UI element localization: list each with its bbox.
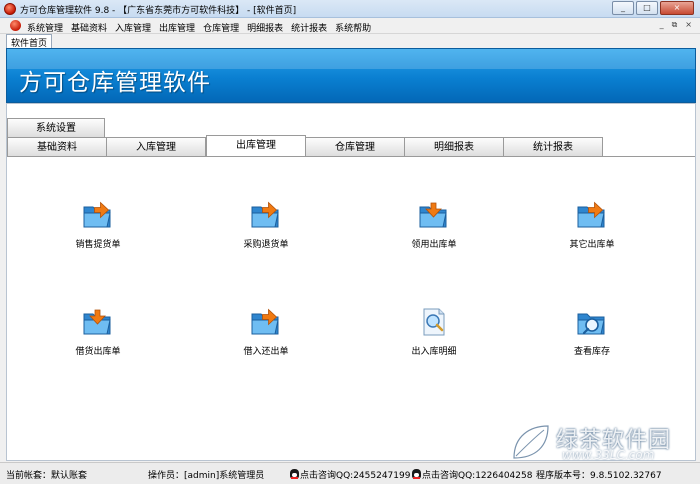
menu-detail-report[interactable]: 明细报表 bbox=[247, 21, 283, 34]
mdi-minimize-button[interactable]: _ bbox=[660, 20, 664, 30]
status-version: 程序版本号：9.8.5102.32767 bbox=[536, 471, 662, 481]
menu-bar: 系统管理 基础资料 入库管理 出库管理 仓库管理 明细报表 统计报表 系统帮助 … bbox=[0, 18, 700, 34]
title-bar: 方可仓库管理软件 9.8 - 【广东省东莞市方可软件科技】 - [软件首页] _… bbox=[0, 0, 700, 18]
app-icon[interactable] bbox=[4, 3, 16, 15]
folder-arrow-icon bbox=[418, 201, 450, 229]
func-requisition-out[interactable]: 领用出库单 bbox=[389, 201, 479, 250]
window-controls: _ □ × bbox=[612, 1, 694, 15]
tab-divider bbox=[7, 156, 695, 157]
leaf-logo-icon bbox=[513, 425, 549, 459]
banner: 方可仓库管理软件 bbox=[6, 48, 696, 103]
func-label: 查看库存 bbox=[573, 347, 610, 357]
folder-arrow-icon bbox=[82, 308, 114, 336]
func-purchase-return[interactable]: 采购退货单 bbox=[221, 201, 311, 250]
tab-stat-report[interactable]: 统计报表 bbox=[503, 137, 603, 157]
watermark: 绿茶软件园 www.33LC.com bbox=[504, 418, 694, 468]
maximize-button[interactable]: □ bbox=[636, 1, 658, 15]
watermark-url: www.33LC.com bbox=[562, 448, 655, 462]
func-label: 领用出库单 bbox=[411, 240, 457, 250]
func-other-out[interactable]: 其它出库单 bbox=[547, 201, 637, 250]
tab-basic-data[interactable]: 基础资料 bbox=[7, 137, 107, 157]
banner-title: 方可仓库管理软件 bbox=[19, 70, 211, 96]
func-inout-detail[interactable]: 出入库明细 bbox=[389, 308, 479, 357]
menu-basic-data[interactable]: 基础资料 bbox=[71, 21, 107, 34]
document-tab-strip: 软件首页 bbox=[0, 34, 700, 49]
close-button[interactable]: × bbox=[660, 1, 694, 15]
folder-arrow-icon bbox=[576, 201, 608, 229]
menu-stat-report[interactable]: 统计报表 bbox=[291, 21, 327, 34]
doc-tab-home[interactable]: 软件首页 bbox=[6, 34, 53, 49]
func-label: 借入还出单 bbox=[243, 347, 289, 357]
mdi-controls: _ ⧉ × bbox=[660, 20, 692, 30]
menu-help[interactable]: 系统帮助 bbox=[335, 21, 371, 34]
folder-magnifier-icon bbox=[576, 308, 608, 336]
tab-stock-in[interactable]: 入库管理 bbox=[106, 137, 206, 157]
menu-stock-in[interactable]: 入库管理 bbox=[115, 21, 151, 34]
func-label: 出入库明细 bbox=[411, 347, 457, 357]
menu-system[interactable]: 系统管理 bbox=[27, 21, 63, 34]
mdi-close-button[interactable]: × bbox=[685, 20, 692, 30]
window-title: 方可仓库管理软件 9.8 - 【广东省东莞市方可软件科技】 - [软件首页] bbox=[20, 6, 297, 16]
status-account: 当前帐套：默认账套 bbox=[6, 471, 88, 481]
status-operator: 操作员：[admin]系统管理员 bbox=[148, 471, 265, 481]
tab-warehouse[interactable]: 仓库管理 bbox=[305, 137, 405, 157]
qq-icon bbox=[412, 469, 421, 479]
status-qq2[interactable]: 点击咨询QQ:1226404258 bbox=[412, 468, 532, 481]
minimize-button[interactable]: _ bbox=[612, 1, 634, 15]
mdi-restore-button[interactable]: ⧉ bbox=[672, 20, 678, 30]
document-magnifier-icon bbox=[418, 308, 450, 336]
func-label: 销售提货单 bbox=[75, 240, 121, 250]
status-qq1[interactable]: 点击咨询QQ:2455247199 bbox=[290, 468, 410, 481]
tab-stock-out[interactable]: 出库管理 bbox=[206, 135, 306, 157]
status-bar: 当前帐套：默认账套 操作员：[admin]系统管理员 点击咨询QQ:245524… bbox=[0, 462, 700, 484]
folder-arrow-icon bbox=[250, 201, 282, 229]
menu-stock-out[interactable]: 出库管理 bbox=[159, 21, 195, 34]
menu-warehouse[interactable]: 仓库管理 bbox=[203, 21, 239, 34]
mdi-app-icon[interactable] bbox=[10, 20, 21, 31]
folder-arrow-icon bbox=[82, 201, 114, 229]
func-label: 借货出库单 bbox=[75, 347, 121, 357]
func-borrow-out[interactable]: 借货出库单 bbox=[53, 308, 143, 357]
func-label: 采购退货单 bbox=[243, 240, 289, 250]
main-panel: 系统设置 基础资料 入库管理 出库管理 仓库管理 明细报表 统计报表 销售提货单… bbox=[6, 103, 696, 461]
func-sales-delivery[interactable]: 销售提货单 bbox=[53, 201, 143, 250]
qq-icon bbox=[290, 469, 299, 479]
qq2-label: 点击咨询QQ:1226404258 bbox=[422, 471, 533, 481]
func-label: 其它出库单 bbox=[569, 240, 615, 250]
func-borrow-return[interactable]: 借入还出单 bbox=[221, 308, 311, 357]
folder-arrow-icon bbox=[250, 308, 282, 336]
func-view-stock[interactable]: 查看库存 bbox=[547, 308, 637, 357]
tab-detail-report[interactable]: 明细报表 bbox=[404, 137, 504, 157]
tab-system-settings[interactable]: 系统设置 bbox=[7, 118, 105, 138]
qq1-label: 点击咨询QQ:2455247199 bbox=[300, 471, 411, 481]
